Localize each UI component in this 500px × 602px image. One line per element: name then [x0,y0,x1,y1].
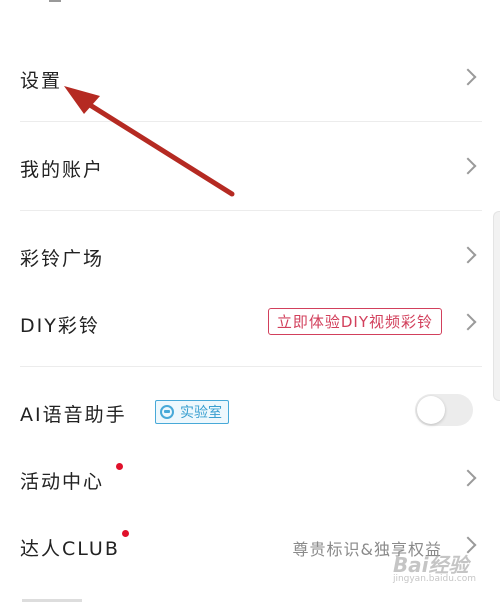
watermark-url: jingyan.baidu.com [392,574,476,584]
annotation-arrow [64,86,235,197]
watermark: Bai经验 jingyan.baidu.com [393,549,476,584]
